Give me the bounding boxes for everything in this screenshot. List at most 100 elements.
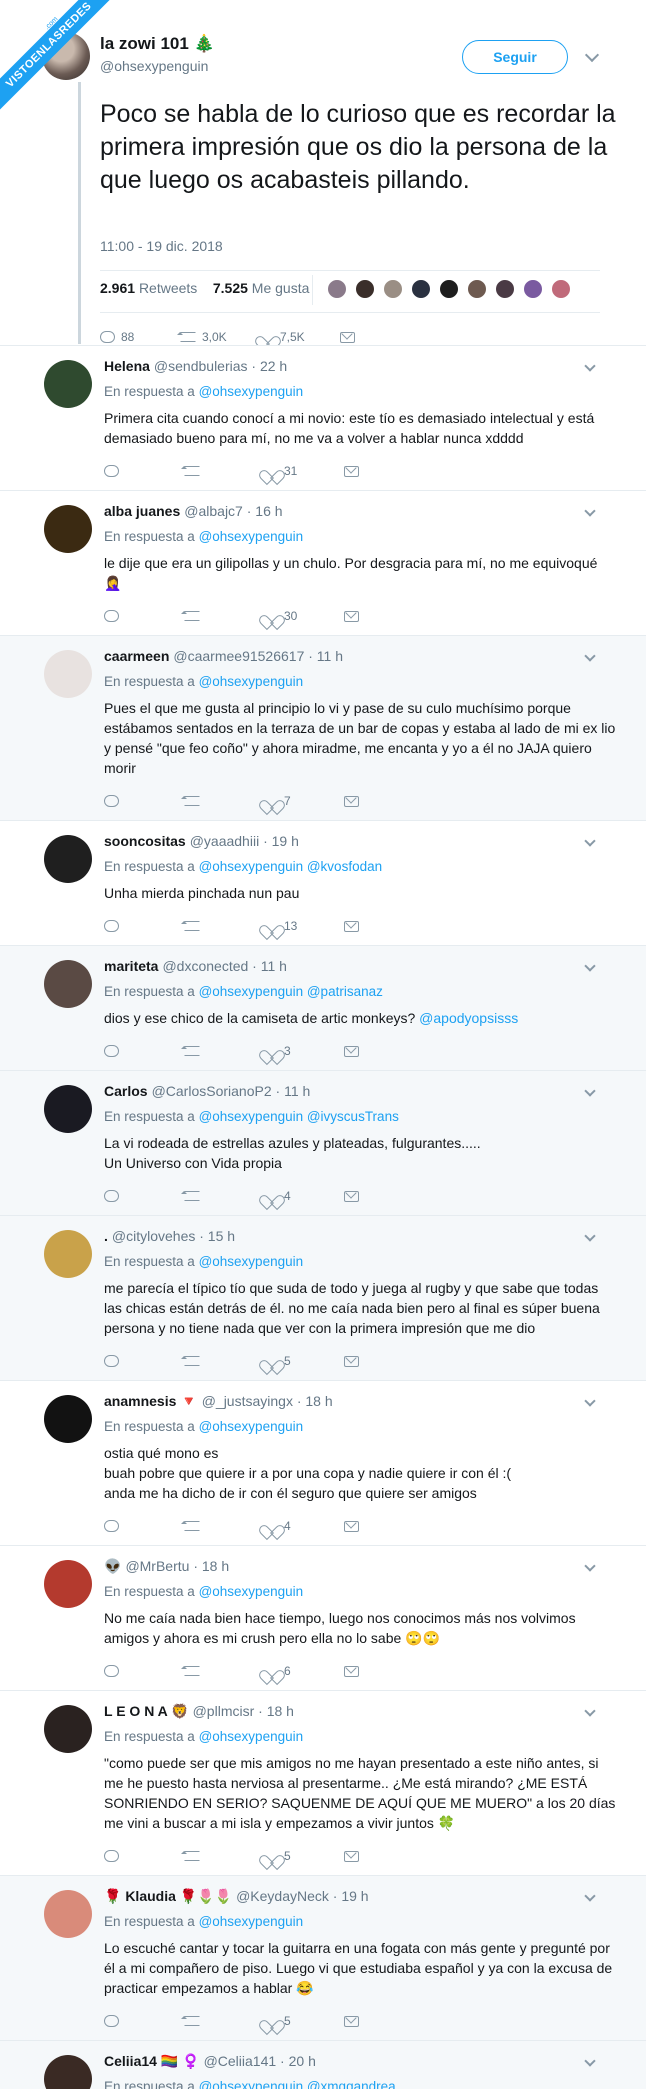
- reply-button[interactable]: 88: [100, 330, 180, 344]
- reply-author-handle[interactable]: @KeydayNeck · 19 h: [236, 1888, 369, 1904]
- reply-tweet[interactable]: mariteta @dxconected · 11 h En respuesta …: [0, 945, 646, 1070]
- reply-author-handle[interactable]: @CarlosSorianoP2 · 11 h: [152, 1083, 311, 1099]
- reply-button[interactable]: [104, 607, 184, 625]
- reply-author-name[interactable]: Helena: [104, 358, 150, 374]
- avatar[interactable]: [354, 278, 376, 300]
- mention-link[interactable]: @ohsexypenguin @xmqqandrea: [199, 2079, 396, 2089]
- avatar[interactable]: [382, 278, 404, 300]
- mention-link[interactable]: @ohsexypenguin: [199, 1584, 304, 1599]
- retweet-button[interactable]: [181, 1187, 264, 1205]
- retweet-button[interactable]: [181, 607, 264, 625]
- dm-button[interactable]: [344, 462, 424, 480]
- like-button[interactable]: 31: [264, 462, 344, 480]
- reply-author-name[interactable]: .: [104, 1228, 108, 1244]
- retweet-button[interactable]: [181, 1847, 264, 1865]
- tweet-date[interactable]: 11:00 - 19 dic. 2018: [100, 238, 223, 254]
- retweet-button[interactable]: [181, 1352, 264, 1370]
- reply-tweet[interactable]: Celiia14 🏳️‍🌈 ♀️ @Celiia141 · 20 h En res…: [0, 2040, 646, 2089]
- reply-author-name[interactable]: 🌹 Klaudia 🌹🌷🌷: [104, 1888, 232, 1904]
- like-button[interactable]: 7,5K: [260, 330, 340, 344]
- mention-link[interactable]: @ohsexypenguin @ivyscusTrans: [199, 1109, 399, 1124]
- chevron-down-icon[interactable]: [584, 47, 600, 63]
- mention-link[interactable]: @ohsexypenguin: [199, 1419, 304, 1434]
- reply-author-name[interactable]: 👽: [104, 1558, 121, 1574]
- like-button[interactable]: 4: [264, 1187, 344, 1205]
- mention-link[interactable]: @ohsexypenguin: [199, 384, 304, 399]
- reply-author-handle[interactable]: @dxconected · 11 h: [162, 958, 286, 974]
- like-button[interactable]: 4: [264, 1517, 344, 1535]
- like-button[interactable]: 5: [264, 1352, 344, 1370]
- reply-button[interactable]: [104, 792, 184, 810]
- avatar[interactable]: [44, 2055, 92, 2089]
- avatar[interactable]: [522, 278, 544, 300]
- mention-link[interactable]: @apodyopsisss: [419, 1010, 518, 1026]
- avatar[interactable]: [44, 960, 92, 1008]
- avatar[interactable]: [44, 1230, 92, 1278]
- reply-author-handle[interactable]: @yaaadhiii · 19 h: [190, 833, 299, 849]
- reply-tweet[interactable]: alba juanes @albajc7 · 16 h En respuesta …: [0, 490, 646, 635]
- dm-button[interactable]: [344, 1352, 424, 1370]
- reply-author-handle[interactable]: @Celiia141 · 20 h: [204, 2053, 316, 2069]
- reply-tweet[interactable]: caarmeen @caarmee91526617 · 11 h En respu…: [0, 635, 646, 820]
- reply-author-handle[interactable]: @MrBertu · 18 h: [125, 1558, 229, 1574]
- mention-link[interactable]: @ohsexypenguin @kvosfodan: [199, 859, 383, 874]
- like-label[interactable]: Me gusta: [252, 280, 310, 296]
- reply-author-name[interactable]: caarmeen: [104, 648, 169, 664]
- reply-tweet[interactable]: 🌹 Klaudia 🌹🌷🌷 @KeydayNeck · 19 h En respu…: [0, 1875, 646, 2040]
- reply-author-name[interactable]: sooncositas: [104, 833, 186, 849]
- reply-tweet[interactable]: L E O N A 🦁 @pllmcisr · 18 h En respuesta…: [0, 1690, 646, 1875]
- retweet-button[interactable]: [181, 462, 264, 480]
- retweet-button[interactable]: [181, 2012, 264, 2030]
- avatar[interactable]: [550, 278, 572, 300]
- reply-author-handle[interactable]: @albajc7 · 16 h: [184, 503, 282, 519]
- retweet-button[interactable]: [181, 1517, 264, 1535]
- reply-button[interactable]: [104, 1352, 184, 1370]
- reply-tweet[interactable]: . @citylovehes · 15 h En respuesta a @ohs…: [0, 1215, 646, 1380]
- reply-author-name[interactable]: Celiia14 🏳️‍🌈 ♀️: [104, 2053, 200, 2069]
- avatar[interactable]: [44, 1395, 92, 1443]
- retweet-button[interactable]: 3,0K: [177, 330, 260, 344]
- reply-author-handle[interactable]: @_justsayingx · 18 h: [202, 1393, 333, 1409]
- like-button[interactable]: 30: [264, 607, 344, 625]
- mention-link[interactable]: @ohsexypenguin @patrisanaz: [199, 984, 383, 999]
- like-button[interactable]: 3: [264, 1042, 344, 1060]
- reply-tweet[interactable]: sooncositas @yaaadhiii · 19 h En respuest…: [0, 820, 646, 945]
- reply-author-handle[interactable]: @sendbulerias · 22 h: [154, 358, 287, 374]
- follow-button[interactable]: Seguir: [462, 40, 568, 74]
- dm-button[interactable]: [344, 1042, 424, 1060]
- avatar[interactable]: [44, 1085, 92, 1133]
- reply-button[interactable]: [104, 1042, 184, 1060]
- dm-button[interactable]: [344, 1517, 424, 1535]
- like-button[interactable]: 5: [264, 1847, 344, 1865]
- reply-author-handle[interactable]: @caarmee91526617 · 11 h: [173, 648, 343, 664]
- avatar[interactable]: [44, 505, 92, 553]
- reply-button[interactable]: [104, 462, 184, 480]
- reply-author-handle[interactable]: @citylovehes · 15 h: [112, 1228, 235, 1244]
- reply-author-name[interactable]: alba juanes: [104, 503, 180, 519]
- avatar[interactable]: [466, 278, 488, 300]
- reply-button[interactable]: [104, 917, 184, 935]
- avatar[interactable]: [410, 278, 432, 300]
- dm-button[interactable]: [344, 607, 424, 625]
- like-button[interactable]: 13: [264, 917, 344, 935]
- avatar[interactable]: [494, 278, 516, 300]
- mention-link[interactable]: @ohsexypenguin: [199, 1254, 304, 1269]
- reply-button[interactable]: [104, 2012, 184, 2030]
- avatar[interactable]: [44, 835, 92, 883]
- avatar[interactable]: [44, 1890, 92, 1938]
- mention-link[interactable]: @ohsexypenguin: [199, 1729, 304, 1744]
- avatar[interactable]: [44, 1560, 92, 1608]
- reply-button[interactable]: [104, 1662, 184, 1680]
- reply-author-name[interactable]: anamnesis 🔻: [104, 1393, 198, 1409]
- reply-button[interactable]: [104, 1517, 184, 1535]
- avatar[interactable]: [438, 278, 460, 300]
- mention-link[interactable]: @ohsexypenguin: [199, 674, 304, 689]
- retweet-label[interactable]: Retweets: [139, 280, 197, 296]
- dm-button[interactable]: [344, 1187, 424, 1205]
- dm-button[interactable]: [344, 1662, 424, 1680]
- reply-tweet[interactable]: Carlos @CarlosSorianoP2 · 11 h En respues…: [0, 1070, 646, 1215]
- reply-button[interactable]: [104, 1187, 184, 1205]
- reply-tweet[interactable]: anamnesis 🔻 @_justsayingx · 18 h En respu…: [0, 1380, 646, 1545]
- dm-button[interactable]: [344, 917, 424, 935]
- retweet-button[interactable]: [181, 1042, 264, 1060]
